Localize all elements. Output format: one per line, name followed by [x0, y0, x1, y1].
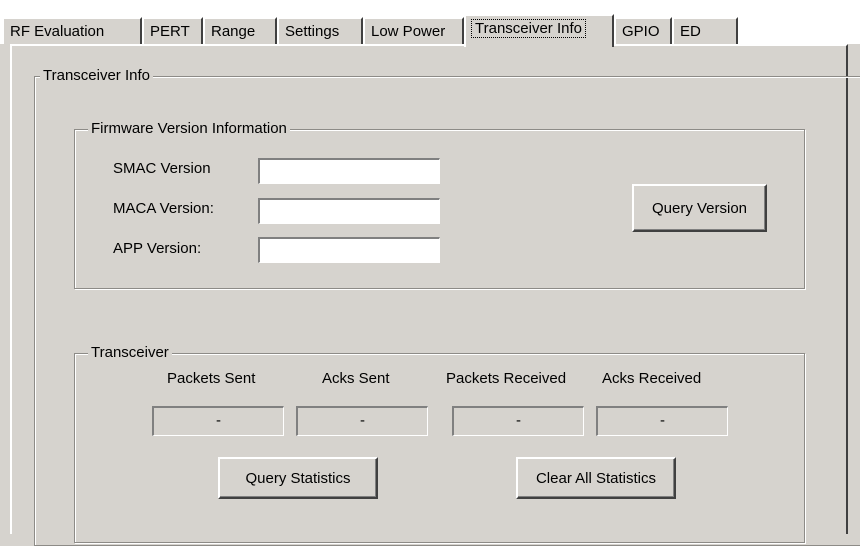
tab-gpio[interactable]: GPIO: [614, 17, 672, 44]
acks-sent-label: Acks Sent: [322, 370, 390, 387]
tab-strip: RF Evaluation PERT Range Settings Low Po…: [0, 0, 860, 47]
packets-received-label: Packets Received: [446, 370, 567, 387]
packets-received-value: -: [452, 406, 584, 436]
tab-low-power[interactable]: Low Power: [363, 17, 464, 44]
acks-received-label: Acks Received: [602, 370, 702, 387]
tab-label: Settings: [285, 23, 340, 40]
transceiver-group-title: Transceiver: [88, 344, 172, 362]
tab-label: Range: [211, 23, 256, 40]
acks-received-value: -: [596, 406, 728, 436]
tab-label: PERT: [150, 23, 190, 40]
tab-label: Low Power: [371, 23, 446, 40]
tab-settings[interactable]: Settings: [277, 17, 363, 44]
app-version-field[interactable]: [258, 237, 440, 263]
app-version-label: APP Version:: [113, 240, 202, 257]
acks-sent-value: -: [296, 406, 428, 436]
tab-range[interactable]: Range: [203, 17, 277, 44]
clear-all-statistics-button[interactable]: Clear All Statistics: [516, 457, 676, 499]
tab-ed[interactable]: ED: [672, 17, 738, 44]
tab-label: GPIO: [622, 23, 660, 40]
transceiver-info-title: Transceiver Info: [40, 67, 153, 85]
smac-version-field[interactable]: [258, 158, 440, 184]
packets-sent-value: -: [152, 406, 284, 436]
tab-rf-evaluation[interactable]: RF Evaluation: [2, 17, 142, 44]
maca-version-field[interactable]: [258, 198, 440, 224]
firmware-group-title: Firmware Version Information: [88, 120, 290, 138]
tab-transceiver-info[interactable]: Transceiver Info: [464, 14, 614, 47]
tab-label: Transceiver Info: [471, 19, 586, 38]
query-version-button[interactable]: Query Version: [632, 184, 767, 232]
tab-label: ED: [680, 23, 701, 40]
tab-pert[interactable]: PERT: [142, 17, 203, 44]
packets-sent-label: Packets Sent: [167, 370, 256, 387]
tab-panel: Transceiver Info Firmware Version Inform…: [10, 44, 860, 546]
maca-version-label: MACA Version:: [113, 200, 214, 217]
smac-version-label: SMAC Version: [113, 160, 211, 177]
tab-label: RF Evaluation: [10, 23, 105, 40]
query-statistics-button[interactable]: Query Statistics: [218, 457, 378, 499]
